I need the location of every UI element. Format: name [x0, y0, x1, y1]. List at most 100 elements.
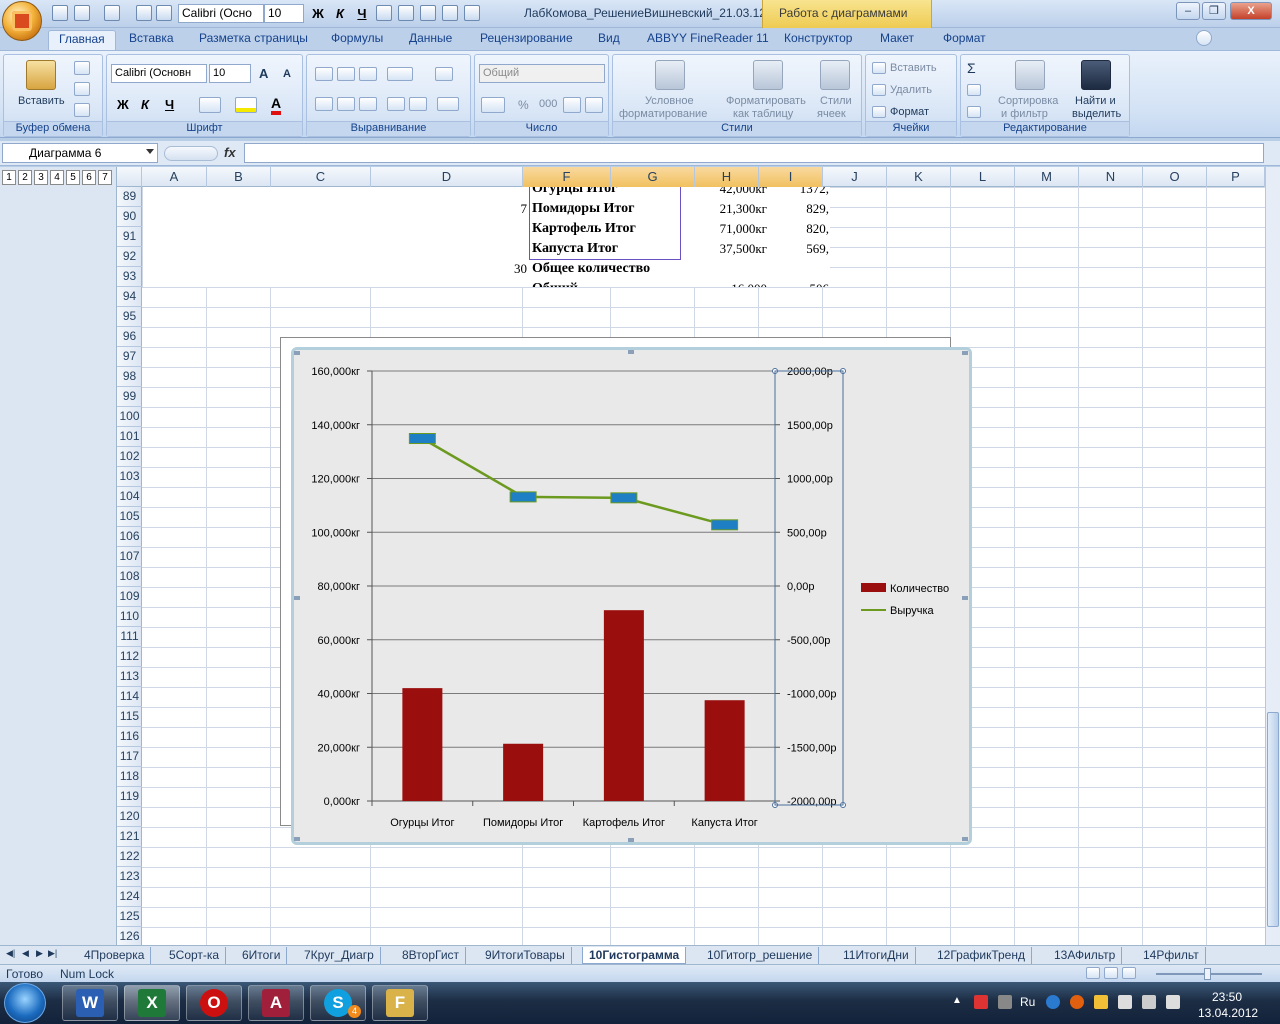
column-header[interactable]: M	[1015, 167, 1079, 187]
tray-expand-icon[interactable]: ▲	[952, 995, 966, 1009]
save-icon[interactable]	[52, 5, 68, 21]
sheet-tab[interactable]: 12ГрафикТренд	[931, 947, 1032, 964]
minimize-button[interactable]: –	[1176, 2, 1200, 20]
pivot-quantity-cell[interactable]	[683, 259, 767, 279]
sheet-tab[interactable]: 4Проверка	[78, 947, 152, 964]
paste-icon[interactable]	[26, 60, 56, 90]
row-header[interactable]: 118	[117, 767, 142, 787]
row-header[interactable]: 113	[117, 667, 142, 687]
paste-button[interactable]: Вставить	[18, 95, 65, 107]
restore-button[interactable]: ❐	[1202, 2, 1226, 20]
outline-level-4[interactable]: 4	[50, 170, 64, 185]
row-header[interactable]: 111	[117, 627, 142, 647]
row-header[interactable]: 125	[117, 907, 142, 927]
italic-button[interactable]: К	[141, 97, 149, 112]
row-header[interactable]: 117	[117, 747, 142, 767]
pivot-revenue-cell[interactable]: 820,	[771, 219, 829, 239]
row-header[interactable]: 123	[117, 867, 142, 887]
pivot-quantity-cell[interactable]: 42,000кг	[683, 187, 767, 199]
tray-network-icon[interactable]	[1046, 995, 1060, 1009]
language-indicator[interactable]: Ru	[1020, 995, 1035, 1009]
pivot-quantity-cell[interactable]: 21,300кг	[683, 199, 767, 219]
row-header[interactable]: 107	[117, 547, 142, 567]
pivot-index-cell[interactable]: 7	[473, 199, 528, 219]
decrease-indent-icon[interactable]	[387, 97, 405, 111]
sheet-tab[interactable]: 10Гистограмма	[582, 947, 687, 964]
pivot-revenue-cell[interactable]	[771, 259, 829, 279]
sheet-tab[interactable]: 8ВторГист	[396, 947, 467, 964]
cell-styles-icon[interactable]	[820, 60, 850, 90]
tab-formulas[interactable]: Формулы	[331, 31, 383, 50]
column-header[interactable]: L	[951, 167, 1015, 187]
outline-level-2[interactable]: 2	[18, 170, 32, 185]
tray-flag-icon[interactable]	[1118, 995, 1132, 1009]
row-header[interactable]: 102	[117, 447, 142, 467]
orientation-icon[interactable]	[387, 67, 413, 81]
align-bottom-icon[interactable]	[359, 67, 377, 81]
sheet-tab[interactable]: 10Гитогр_решение	[701, 947, 820, 964]
row-header[interactable]: 104	[117, 487, 142, 507]
pivot-index-cell[interactable]	[473, 187, 527, 199]
sheet-tab[interactable]: 9ИтогиТовары	[479, 947, 572, 964]
row-header[interactable]: 120	[117, 807, 142, 827]
row-header[interactable]: 105	[117, 507, 142, 527]
pivot-index-cell[interactable]	[473, 239, 527, 259]
increase-decimal-icon[interactable]	[563, 97, 581, 113]
bar-quantity[interactable]	[603, 610, 644, 801]
row-header[interactable]: 91	[117, 227, 142, 247]
resize-handle[interactable]	[628, 350, 634, 354]
row-header[interactable]: 100	[117, 407, 142, 427]
quick-bold-button[interactable]: Ж	[308, 4, 328, 23]
column-header[interactable]: P	[1207, 167, 1265, 187]
tab-design[interactable]: Конструктор	[784, 31, 852, 50]
bar-quantity[interactable]	[704, 700, 745, 801]
row-header[interactable]: 103	[117, 467, 142, 487]
normal-view-icon[interactable]	[1086, 967, 1100, 979]
row-header[interactable]: 116	[117, 727, 142, 747]
format-cells-button[interactable]: Формат	[890, 106, 929, 118]
align-middle-icon[interactable]	[337, 67, 355, 81]
row-header[interactable]: 98	[117, 367, 142, 387]
fill-color-icon[interactable]	[235, 97, 257, 113]
bar-quantity[interactable]	[503, 743, 544, 801]
pivot-row-label[interactable]: Общее количество	[532, 259, 682, 279]
cell-styles-line2[interactable]: ячеек	[817, 108, 846, 120]
row-header[interactable]: 119	[117, 787, 142, 807]
redo-icon[interactable]	[104, 5, 120, 21]
pivot-index-cell[interactable]: 30	[473, 259, 527, 279]
column-header[interactable]: H	[695, 167, 759, 187]
taskbar-access[interactable]: A	[248, 985, 304, 1021]
column-header[interactable]: G	[611, 167, 695, 187]
row-header[interactable]: 109	[117, 587, 142, 607]
tab-insert[interactable]: Вставка	[129, 31, 174, 50]
tray-volume-icon[interactable]	[1166, 995, 1180, 1009]
tab-data[interactable]: Данные	[409, 31, 452, 50]
vertical-scrollbar-thumb[interactable]	[1267, 712, 1279, 927]
revenue-data-marker[interactable]	[610, 492, 638, 504]
tab-home[interactable]: Главная	[48, 30, 116, 51]
clock-time[interactable]: 23:50	[1212, 990, 1242, 1004]
prev-sheet-icon[interactable]: ◀	[22, 948, 29, 959]
tray-security-icon[interactable]	[1094, 995, 1108, 1009]
row-header[interactable]: 94	[117, 287, 142, 307]
formula-input[interactable]	[244, 143, 1264, 163]
resize-handle[interactable]	[294, 351, 300, 355]
format-as-table-icon[interactable]	[753, 60, 783, 90]
row-header[interactable]: 110	[117, 607, 142, 627]
conditional-formatting-line1[interactable]: Условное	[645, 95, 694, 107]
row-header[interactable]: 97	[117, 347, 142, 367]
bold-button[interactable]: Ж	[117, 97, 129, 112]
zoom-slider-thumb[interactable]	[1204, 968, 1211, 980]
quick-italic-button[interactable]: К	[330, 4, 350, 23]
font-size-select[interactable]: 10	[209, 64, 251, 83]
first-sheet-icon[interactable]: ◀|	[6, 948, 15, 959]
taskbar-opera[interactable]: O	[186, 985, 242, 1021]
shrink-font-button[interactable]: A	[283, 68, 291, 80]
sheet-tab[interactable]: 6Итоги	[236, 947, 288, 964]
merge-cells-icon[interactable]	[437, 97, 459, 111]
outline-level-7[interactable]: 7	[98, 170, 112, 185]
undo-icon[interactable]	[74, 5, 90, 21]
pivot-row-label[interactable]: Общий	[532, 279, 682, 287]
align-left-icon[interactable]	[376, 5, 392, 21]
clear-icon[interactable]	[967, 106, 981, 118]
